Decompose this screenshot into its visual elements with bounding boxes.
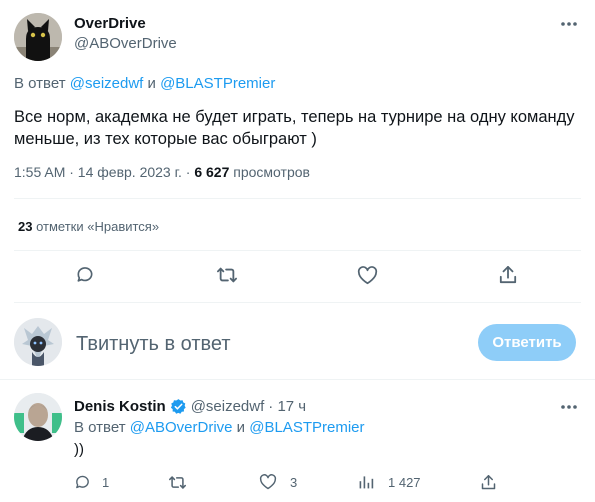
views-icon[interactable] <box>356 472 376 492</box>
reply-author-line: Denis Kostin @seizedwf · 17 ч <box>74 398 306 415</box>
more-icon[interactable] <box>558 14 580 34</box>
divider <box>14 250 581 251</box>
mention-blastpremier[interactable]: @BLASTPremier <box>160 75 275 92</box>
retweet-icon[interactable] <box>214 262 240 288</box>
reply-prefix: В ответ <box>14 75 66 92</box>
likes-count: 23 <box>18 219 33 234</box>
mention-blastpremier[interactable]: @BLASTPremier <box>249 419 364 436</box>
share-icon[interactable] <box>478 472 498 492</box>
tweet-meta: 1:55 AM · 14 февр. 2023 г. · 6 627 просм… <box>14 164 310 180</box>
main-display-name[interactable]: OverDrive <box>74 15 146 32</box>
reply-submit-button[interactable]: Ответить <box>478 324 576 361</box>
divider <box>14 198 581 199</box>
likes-label: отметки «Нравится» <box>36 219 160 234</box>
denis-avatar[interactable] <box>14 393 62 441</box>
reply-count: 1 <box>102 475 110 490</box>
views-count: 6 627 <box>194 164 230 180</box>
like-icon[interactable] <box>258 472 278 492</box>
main-reply-context: В ответ @seizedwf и @BLASTPremier <box>14 75 275 92</box>
reply-and: и <box>236 419 246 436</box>
likes-stat[interactable]: 23 отметки «Нравится» <box>18 219 159 234</box>
tweet-text-line-1: Все норм, академка не будет играть, тепе… <box>14 108 575 126</box>
compose-avatar[interactable] <box>14 318 62 366</box>
reply-display-name[interactable]: Denis Kostin <box>74 398 166 415</box>
retweet-icon[interactable] <box>166 472 188 492</box>
mention-seizedwf[interactable]: @seizedwf <box>70 75 144 92</box>
reply-handle[interactable]: @seizedwf <box>191 398 265 415</box>
reply-icon[interactable] <box>72 262 98 288</box>
more-icon[interactable] <box>558 397 580 417</box>
overdrive-avatar[interactable] <box>14 13 62 61</box>
mention-aboverdrive[interactable]: @ABOverDrive <box>130 419 233 436</box>
main-handle[interactable]: @ABOverDrive <box>74 35 177 52</box>
divider <box>14 302 581 303</box>
reply-tweet-context: В ответ @ABOverDrive и @BLASTPremier <box>74 419 365 436</box>
divider <box>0 379 595 380</box>
like-icon[interactable] <box>354 262 380 288</box>
reply-prefix: В ответ <box>74 419 126 436</box>
like-count: 3 <box>290 475 298 490</box>
compose-input[interactable]: Твитнуть в ответ <box>76 333 231 356</box>
reply-tweet-text: )) <box>74 441 84 458</box>
share-icon[interactable] <box>495 262 521 288</box>
reply-time[interactable]: · 17 ч <box>268 398 306 415</box>
tweet-timestamp[interactable]: 1:55 AM · 14 февр. 2023 г. · <box>14 164 190 180</box>
reply-and: и <box>147 75 156 92</box>
views-count: 1 427 <box>388 475 421 490</box>
views-label: просмотров <box>233 164 310 180</box>
tweet-text-line-2: меньше, из тех которые вас обыгрaют ) <box>14 130 317 148</box>
reply-icon[interactable] <box>72 472 92 492</box>
verified-badge-icon <box>170 398 187 415</box>
main-tweet-text: Все норм, академка не будет играть, тепе… <box>14 106 575 150</box>
